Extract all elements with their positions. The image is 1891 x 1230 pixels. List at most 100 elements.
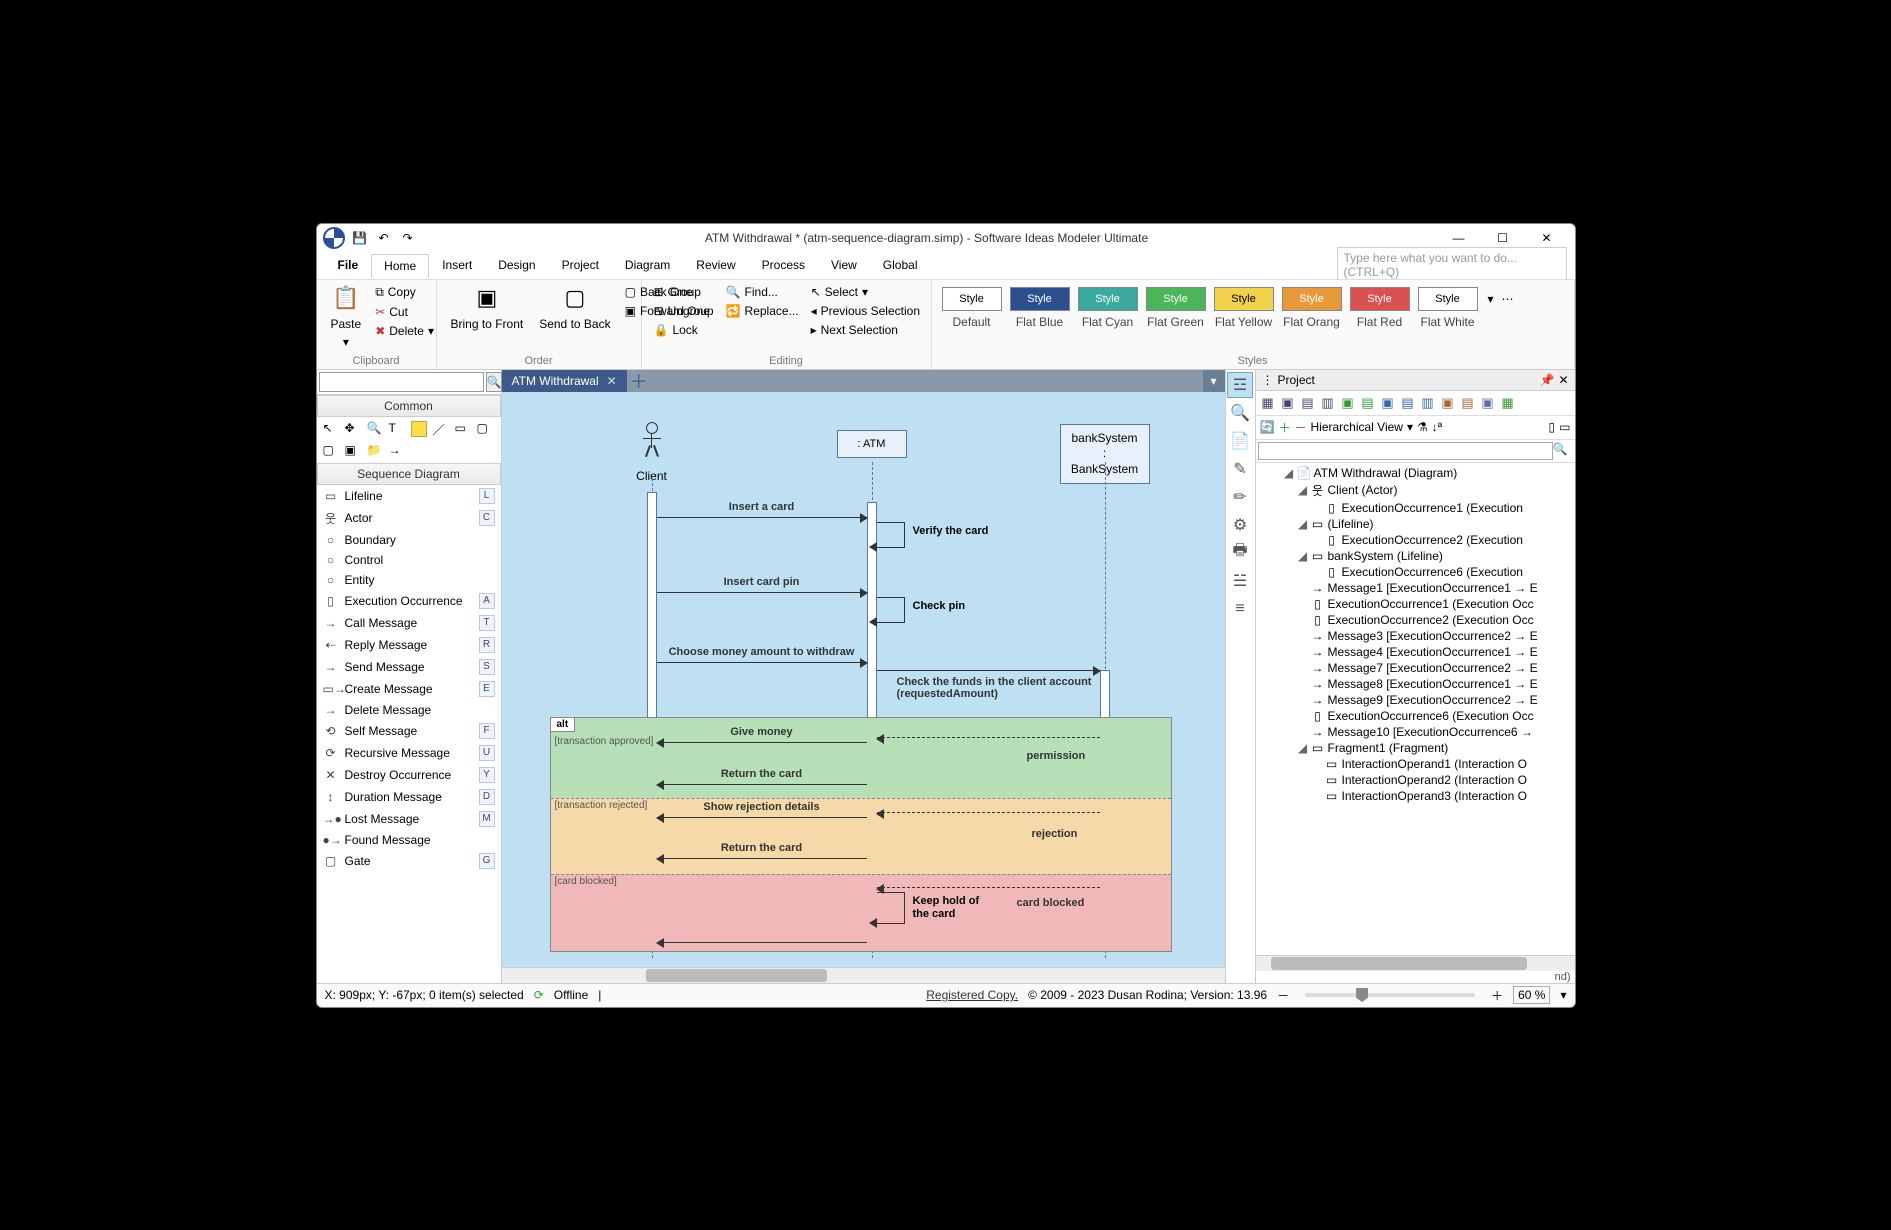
zoom-slider[interactable] bbox=[1305, 993, 1475, 997]
select-button[interactable]: ↖Select ▾ bbox=[807, 283, 924, 301]
tree-node[interactable]: ▯ExecutionOccurrence1 (Execution Occ bbox=[1256, 596, 1575, 612]
msg-return-card-2[interactable]: Return the card bbox=[657, 858, 867, 860]
tree-node[interactable]: ▯ExecutionOccurrence1 (Execution bbox=[1256, 500, 1575, 516]
send-to-back-button[interactable]: ▢Send to Back bbox=[533, 283, 616, 333]
msg-check-funds[interactable]: Check the funds in the client account (r… bbox=[877, 670, 1100, 672]
project-scrollbar[interactable] bbox=[1256, 955, 1575, 971]
project-search[interactable] bbox=[1258, 442, 1553, 460]
style-flat-orange[interactable]: Style bbox=[1282, 287, 1342, 311]
arrow-tool-icon[interactable]: → bbox=[389, 443, 405, 459]
tb-icon[interactable]: ▦ bbox=[1499, 394, 1517, 412]
properties-icon[interactable]: 📄 bbox=[1227, 428, 1253, 454]
msg-check-pin[interactable]: Check pin bbox=[877, 597, 905, 623]
seqdiag-header[interactable]: Sequence Diagram bbox=[317, 463, 501, 485]
horizontal-scrollbar[interactable] bbox=[502, 967, 1225, 983]
project-search-button[interactable]: 🔍 bbox=[1553, 442, 1573, 460]
text-tool-icon[interactable]: T bbox=[389, 421, 405, 437]
tb-icon[interactable]: ▤ bbox=[1359, 394, 1377, 412]
actor-client[interactable]: Client bbox=[632, 422, 672, 484]
next-selection-button[interactable]: ▸Next Selection bbox=[807, 321, 924, 339]
tool-found-message[interactable]: ●→Found Message bbox=[317, 830, 501, 850]
close-tab-icon[interactable]: ✕ bbox=[607, 374, 617, 388]
menu-process[interactable]: Process bbox=[749, 253, 818, 277]
registered-link[interactable]: Registered Copy. bbox=[926, 988, 1018, 1002]
style-flat-yellow[interactable]: Style bbox=[1214, 287, 1274, 311]
search-view-icon[interactable]: 🔍 bbox=[1227, 400, 1253, 426]
tool-lifeline[interactable]: ▭LifelineL bbox=[317, 485, 501, 507]
tree-node[interactable]: →Message8 [ExecutionOccurrence1 → E bbox=[1256, 676, 1575, 692]
rect-tool-icon[interactable]: ▢ bbox=[477, 421, 493, 437]
tool-duration-message[interactable]: ↕Duration MessageD bbox=[317, 786, 501, 808]
tb-icon[interactable]: ▥ bbox=[1419, 394, 1437, 412]
tree-node[interactable]: ▭InteractionOperand3 (Interaction O bbox=[1256, 788, 1575, 804]
tb-icon[interactable]: ▣ bbox=[1439, 394, 1457, 412]
menu-project[interactable]: Project bbox=[549, 253, 612, 277]
tb-icon[interactable]: ▥ bbox=[1319, 394, 1337, 412]
tree-node[interactable]: →Message10 [ExecutionOccurrence6 → bbox=[1256, 724, 1575, 740]
menu-review[interactable]: Review bbox=[683, 253, 748, 277]
tool-recursive-message[interactable]: ⟳Recursive MessageU bbox=[317, 742, 501, 764]
msg-show-rejection[interactable]: Show rejection details bbox=[657, 817, 867, 819]
style-flat-white[interactable]: Style bbox=[1418, 287, 1478, 311]
expand-icon[interactable]: ◢ bbox=[1298, 517, 1308, 531]
edit-icon[interactable]: ✎ bbox=[1227, 456, 1253, 482]
tb-icon[interactable]: ▤ bbox=[1299, 394, 1317, 412]
print-icon[interactable]: 🖶 bbox=[1227, 540, 1253, 566]
menu-insert[interactable]: Insert bbox=[429, 253, 485, 277]
split-icon[interactable]: ▯ bbox=[1549, 420, 1556, 434]
tool-send-message[interactable]: →Send MessageS bbox=[317, 656, 501, 678]
more1-icon[interactable]: ☱ bbox=[1227, 568, 1253, 594]
toolbox-search-button[interactable]: 🔍 bbox=[486, 372, 503, 392]
help-search[interactable]: Type here what you want to do... (CTRL+Q… bbox=[1337, 247, 1567, 283]
doc-tab-active[interactable]: ATM Withdrawal ✕ bbox=[502, 370, 627, 392]
group-button[interactable]: ⊞Group bbox=[650, 283, 718, 301]
style-flat-blue[interactable]: Style bbox=[1010, 287, 1070, 311]
paste-button[interactable]: 📋Paste▾ bbox=[325, 283, 368, 352]
refresh-icon[interactable]: 🔄 bbox=[1260, 420, 1275, 434]
tool-reply-message[interactable]: ⇠Reply MessageR bbox=[317, 634, 501, 656]
tool-boundary[interactable]: ○Boundary bbox=[317, 530, 501, 550]
lock-button[interactable]: 🔒Lock bbox=[650, 321, 718, 339]
tb-icon[interactable]: ▦ bbox=[1259, 394, 1277, 412]
tb-icon[interactable]: ▤ bbox=[1399, 394, 1417, 412]
replace-button[interactable]: 🔁Replace... bbox=[722, 302, 803, 320]
tool-gate[interactable]: ▢GateG bbox=[317, 850, 501, 872]
add-icon[interactable]: ＋ bbox=[1278, 419, 1290, 436]
line-tool-icon[interactable]: ／ bbox=[433, 421, 449, 437]
bring-to-front-button[interactable]: ▣Bring to Front bbox=[445, 283, 530, 333]
tool-actor[interactable]: 웃ActorC bbox=[317, 507, 501, 530]
panel-close-icon[interactable]: ✕ bbox=[1558, 373, 1568, 387]
msg-insert-card[interactable]: Insert a card bbox=[657, 517, 867, 519]
tree-node[interactable]: ▭InteractionOperand2 (Interaction O bbox=[1256, 772, 1575, 788]
split2-icon[interactable]: ▭ bbox=[1559, 420, 1570, 434]
tb-icon[interactable]: ▣ bbox=[1479, 394, 1497, 412]
tool-execution-occurrence[interactable]: ▯Execution OccurrenceA bbox=[317, 590, 501, 612]
copy-button[interactable]: ⧉Copy bbox=[371, 283, 438, 302]
sync-icon[interactable]: ⟳ bbox=[534, 988, 544, 1002]
menu-file[interactable]: File bbox=[325, 253, 372, 277]
msg-verify-card[interactable]: Verify the card bbox=[877, 522, 905, 548]
find-button[interactable]: 🔍Find... bbox=[722, 283, 803, 301]
note-tool-icon[interactable] bbox=[411, 421, 427, 437]
tree-node[interactable]: ◢▭ (Lifeline) bbox=[1256, 516, 1575, 532]
expand-icon[interactable]: ◢ bbox=[1298, 741, 1308, 755]
msg-choose-amount[interactable]: Choose money amount to withdraw bbox=[657, 662, 867, 664]
tree-node[interactable]: →Message9 [ExecutionOccurrence2 → E bbox=[1256, 692, 1575, 708]
tree-node[interactable]: →Message3 [ExecutionOccurrence2 → E bbox=[1256, 628, 1575, 644]
project-view-icon[interactable]: ☲ bbox=[1227, 372, 1253, 398]
remove-icon[interactable]: － bbox=[1294, 419, 1306, 436]
grip-icon[interactable]: ⋮ bbox=[1262, 373, 1274, 387]
rect2-tool-icon[interactable]: ▢ bbox=[323, 443, 339, 459]
sort-icon[interactable]: ↓ª bbox=[1432, 420, 1442, 434]
tree-node[interactable]: ▯ExecutionOccurrence2 (Execution bbox=[1256, 532, 1575, 548]
tree-node[interactable]: →Message7 [ExecutionOccurrence2 → E bbox=[1256, 660, 1575, 676]
menu-global[interactable]: Global bbox=[870, 253, 931, 277]
msg-insert-pin[interactable]: Insert card pin bbox=[657, 592, 867, 594]
tree-node[interactable]: ▯ExecutionOccurrence6 (Execution bbox=[1256, 564, 1575, 580]
tool-create-message[interactable]: ▭→Create MessageE bbox=[317, 678, 501, 700]
msg-keep-card[interactable]: Keep hold of the card bbox=[877, 892, 905, 924]
move-tool-icon[interactable]: ✥ bbox=[345, 421, 361, 437]
menu-home[interactable]: Home bbox=[371, 254, 429, 278]
cut-button[interactable]: ✂Cut bbox=[371, 303, 438, 321]
tree-node[interactable]: ◢▭Fragment1 (Fragment) bbox=[1256, 740, 1575, 756]
